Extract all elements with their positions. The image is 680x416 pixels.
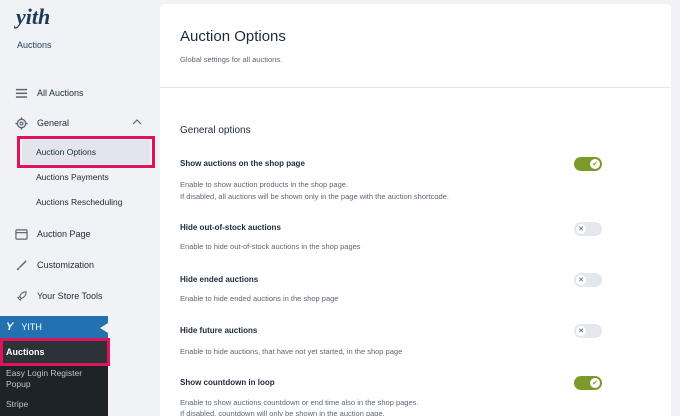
brush-icon [14,258,28,272]
yith-logo: yith [14,4,50,29]
sidebar-item-label: Customization [37,260,95,270]
page-subtitle: Global settings for all auctions. [180,55,283,64]
sidebar-sub-auctions-payments[interactable]: Auctions Payments [36,167,109,187]
settings-card: Auction Options Global settings for all … [160,4,671,416]
sidebar-item-label: Your Store Tools [37,291,103,301]
close-icon: ✕ [576,326,586,336]
option-desc: Enable to hide out-of-stock auctions in … [180,242,361,251]
sidebar-item-label: Auction Page [37,229,91,239]
toggle-hide-out-of-stock[interactable]: ✕ [574,222,602,236]
toggle-hide-ended[interactable]: ✕ [574,273,602,287]
wp-menu-current-arrow [100,323,108,333]
sidebar-item-all-auctions[interactable]: All Auctions [0,82,158,104]
chevron-up-icon [132,119,142,125]
option-title: Hide ended auctions [180,275,259,284]
option-desc: If disabled, all auctions will be shown … [180,192,449,201]
wp-menu-yith-label: YITH [21,322,42,332]
close-icon: ✕ [576,224,586,234]
wp-menu-yith[interactable]: Y YITH [0,316,108,338]
option-title: Show auctions on the shop page [180,159,305,168]
wp-submenu-stripe[interactable]: Stripe [6,399,106,410]
logo-text: yith [14,4,50,29]
sidebar-item-general[interactable]: General [0,112,158,134]
option-title: Show countdown in loop [180,378,275,387]
plugin-subtitle: Auctions [17,40,52,50]
option-desc: Enable to show auction products in the s… [180,180,349,189]
sidebar-item-label: All Auctions [37,88,84,98]
highlight-box-auction-options [17,136,155,168]
card-header: Auction Options Global settings for all … [160,4,671,88]
sidebar-item-label: General [37,118,70,128]
toggle-show-auctions-shop[interactable]: ✔ [574,157,602,171]
option-title: Hide future auctions [180,326,258,335]
page-title: Auction Options [180,28,286,45]
wp-submenu-easy-login[interactable]: Easy Login Register Popup [6,368,106,390]
option-title: Hide out-of-stock auctions [180,223,281,232]
highlight-box-wp-auctions [0,338,110,366]
option-desc: Enable to hide auctions, that have not y… [180,347,403,356]
toggle-show-countdown[interactable]: ✔ [574,376,602,390]
close-icon: ✕ [576,275,586,285]
check-icon: ✔ [590,378,600,388]
page-icon [14,227,28,241]
yith-icon: Y [6,321,14,333]
gear-icon [14,116,28,130]
sidebar-item-auction-page[interactable]: Auction Page [0,223,158,245]
sidebar-sub-auctions-rescheduling[interactable]: Auctions Rescheduling [36,192,122,212]
section-title: General options [180,125,251,136]
sidebar-item-store-tools[interactable]: Your Store Tools [0,285,158,307]
toggle-hide-future[interactable]: ✕ [574,324,602,338]
rocket-icon [14,289,28,303]
option-desc: If disabled, countdown will only be show… [180,409,385,416]
check-icon: ✔ [590,159,600,169]
list-icon [14,86,28,100]
sidebar-item-customization[interactable]: Customization [0,254,158,276]
option-desc: Enable to hide ended auctions in the sho… [180,294,339,303]
